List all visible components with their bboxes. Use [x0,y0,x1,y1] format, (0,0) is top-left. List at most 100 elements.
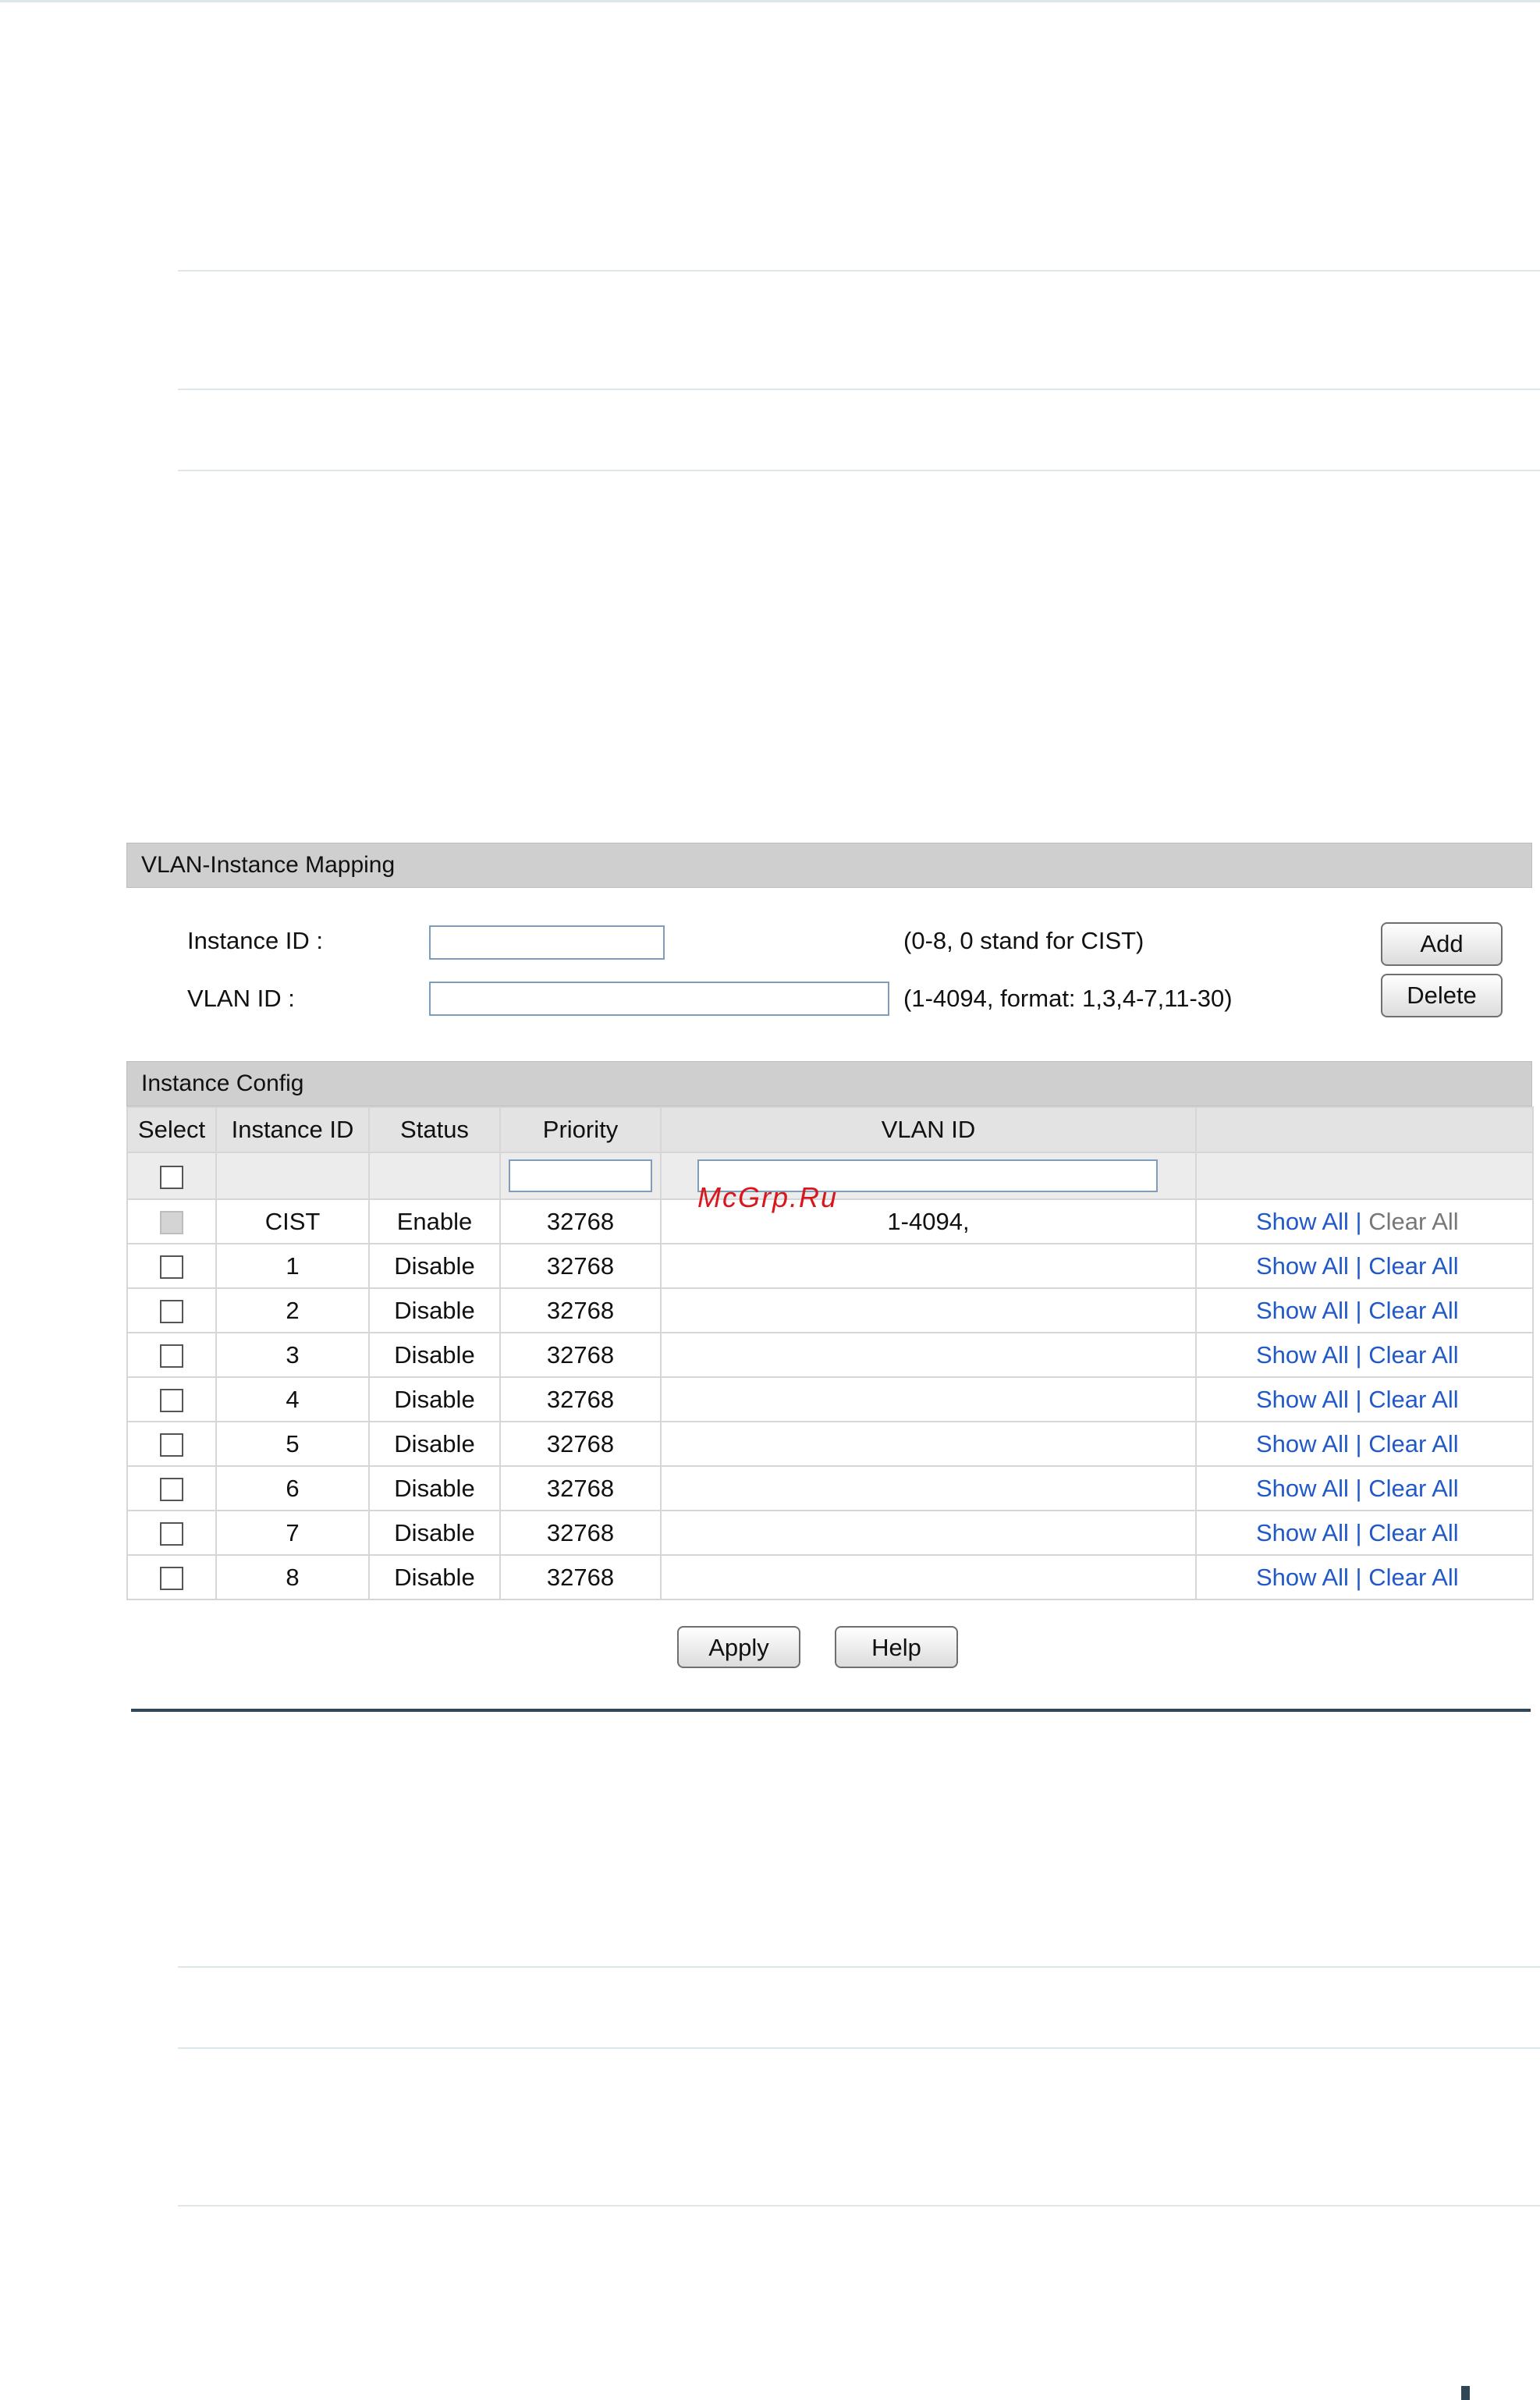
priority-cell: 32768 [499,1287,662,1333]
section-title: VLAN-Instance Mapping [141,852,396,878]
table-row: 6 Disable 32768 Show All | Clear All [126,1465,1534,1511]
status-cell: Disable [368,1554,501,1600]
priority-cell: 32768 [499,1554,662,1600]
status-cell: Disable [368,1332,501,1378]
status-cell: Disable [368,1376,501,1422]
show-all-link[interactable]: Show All [1256,1252,1349,1280]
row-select-checkbox [160,1211,183,1235]
add-button[interactable]: Add [1381,922,1503,966]
clear-all-link[interactable]: Clear All [1368,1341,1458,1369]
show-all-link[interactable]: Show All [1256,1208,1349,1235]
top-border [0,0,1540,2]
row-select-checkbox[interactable] [160,1478,183,1502]
instance-id-cell: 4 [215,1376,370,1422]
show-all-link[interactable]: Show All [1256,1430,1349,1457]
clear-all-link[interactable]: Clear All [1368,1386,1458,1413]
vlan-id-cell [660,1376,1197,1422]
row-actions-cell: Show All | Clear All [1195,1198,1534,1244]
clear-all-link[interactable]: Clear All [1368,1564,1458,1591]
column-header-instance-id: Instance ID [215,1106,370,1153]
vlan-id-cell [660,1510,1197,1556]
link-separator: | [1355,1563,1362,1591]
select-all-checkbox[interactable] [160,1165,183,1189]
instance-id-cell: 2 [215,1287,370,1333]
link-separator: | [1355,1296,1362,1324]
instance-id-label: Instance ID : [187,927,324,954]
show-all-link[interactable]: Show All [1256,1297,1349,1324]
instance-id-cell: 6 [215,1465,370,1511]
show-all-link[interactable]: Show All [1256,1475,1349,1502]
row-actions-cell: Show All | Clear All [1195,1243,1534,1289]
priority-cell: 32768 [499,1243,662,1289]
show-all-link[interactable]: Show All [1256,1519,1349,1546]
row-actions-cell: Show All | Clear All [1195,1554,1534,1600]
instance-id-cell: 7 [215,1510,370,1556]
link-separator: | [1355,1429,1362,1457]
instance-id-cell: 1 [215,1243,370,1289]
column-header-actions [1195,1106,1534,1153]
row-select-checkbox[interactable] [160,1255,183,1280]
priority-cell: 32768 [499,1465,662,1511]
row-select-checkbox[interactable] [160,1344,183,1369]
table-row: 2 Disable 32768 Show All | Clear All [126,1287,1534,1333]
status-cell: Enable [368,1198,501,1244]
row-actions-cell: Show All | Clear All [1195,1376,1534,1422]
instance-config-header: Instance Config [126,1061,1532,1106]
apply-button[interactable]: Apply [677,1626,800,1668]
row-select-checkbox[interactable] [160,1389,183,1413]
section-title: Instance Config [141,1070,304,1096]
clear-all-link[interactable]: Clear All [1368,1430,1458,1457]
vlan-id-input[interactable] [429,982,889,1016]
row-actions-cell: Show All | Clear All [1195,1510,1534,1556]
table-header-row: Select Instance ID Status Priority VLAN … [126,1106,1534,1153]
delete-button[interactable]: Delete [1381,974,1503,1017]
status-cell: Disable [368,1421,501,1467]
instance-id-cell: CIST [215,1198,370,1244]
table-row: 7 Disable 32768 Show All | Clear All [126,1510,1534,1556]
clear-all-link[interactable]: Clear All [1368,1297,1458,1324]
row-actions-cell: Show All | Clear All [1195,1421,1534,1467]
table-row: 5 Disable 32768 Show All | Clear All [126,1421,1534,1467]
column-header-select: Select [126,1106,217,1153]
vlan-id-cell [660,1465,1197,1511]
show-all-link[interactable]: Show All [1256,1386,1349,1413]
status-cell: Disable [368,1287,501,1333]
instance-config-table: Select Instance ID Status Priority VLAN … [126,1106,1534,1600]
column-header-priority: Priority [499,1106,662,1153]
link-separator: | [1355,1474,1362,1502]
divider [178,2047,1540,2049]
link-separator: | [1355,1518,1362,1546]
instance-id-cell: 8 [215,1554,370,1600]
help-button[interactable]: Help [835,1626,958,1668]
clear-all-link[interactable]: Clear All [1368,1252,1458,1280]
status-cell: Disable [368,1465,501,1511]
table-row: 1 Disable 32768 Show All | Clear All [126,1243,1534,1289]
column-header-status: Status [368,1106,501,1153]
clear-all-link[interactable]: Clear All [1368,1519,1458,1546]
watermark-text: McGrp.Ru [697,1181,839,1213]
row-select-checkbox[interactable] [160,1433,183,1457]
divider [178,470,1540,471]
priority-cell: 32768 [499,1510,662,1556]
vlan-id-cell [660,1554,1197,1600]
instance-id-input[interactable] [429,925,665,960]
vlan-instance-mapping-header: VLAN-Instance Mapping [126,843,1532,888]
show-all-link[interactable]: Show All [1256,1341,1349,1369]
link-separator: | [1355,1207,1362,1235]
row-select-checkbox[interactable] [160,1300,183,1324]
table-row: 8 Disable 32768 Show All | Clear All [126,1554,1534,1600]
row-select-checkbox[interactable] [160,1522,183,1546]
vlan-id-hint: (1-4094, format: 1,3,4-7,11-30) [903,985,1233,1012]
column-header-vlan-id: VLAN ID [660,1106,1197,1153]
priority-cell: 32768 [499,1332,662,1378]
instance-id-hint: (0-8, 0 stand for CIST) [903,927,1144,954]
clear-all-link: Clear All [1368,1207,1459,1235]
divider [178,1966,1540,1968]
table-row: 4 Disable 32768 Show All | Clear All [126,1376,1534,1422]
priority-filter-input[interactable] [509,1159,652,1192]
row-select-checkbox[interactable] [160,1567,183,1591]
priority-cell: 32768 [499,1421,662,1467]
link-separator: | [1355,1251,1362,1280]
clear-all-link[interactable]: Clear All [1368,1475,1458,1502]
show-all-link[interactable]: Show All [1256,1564,1349,1591]
